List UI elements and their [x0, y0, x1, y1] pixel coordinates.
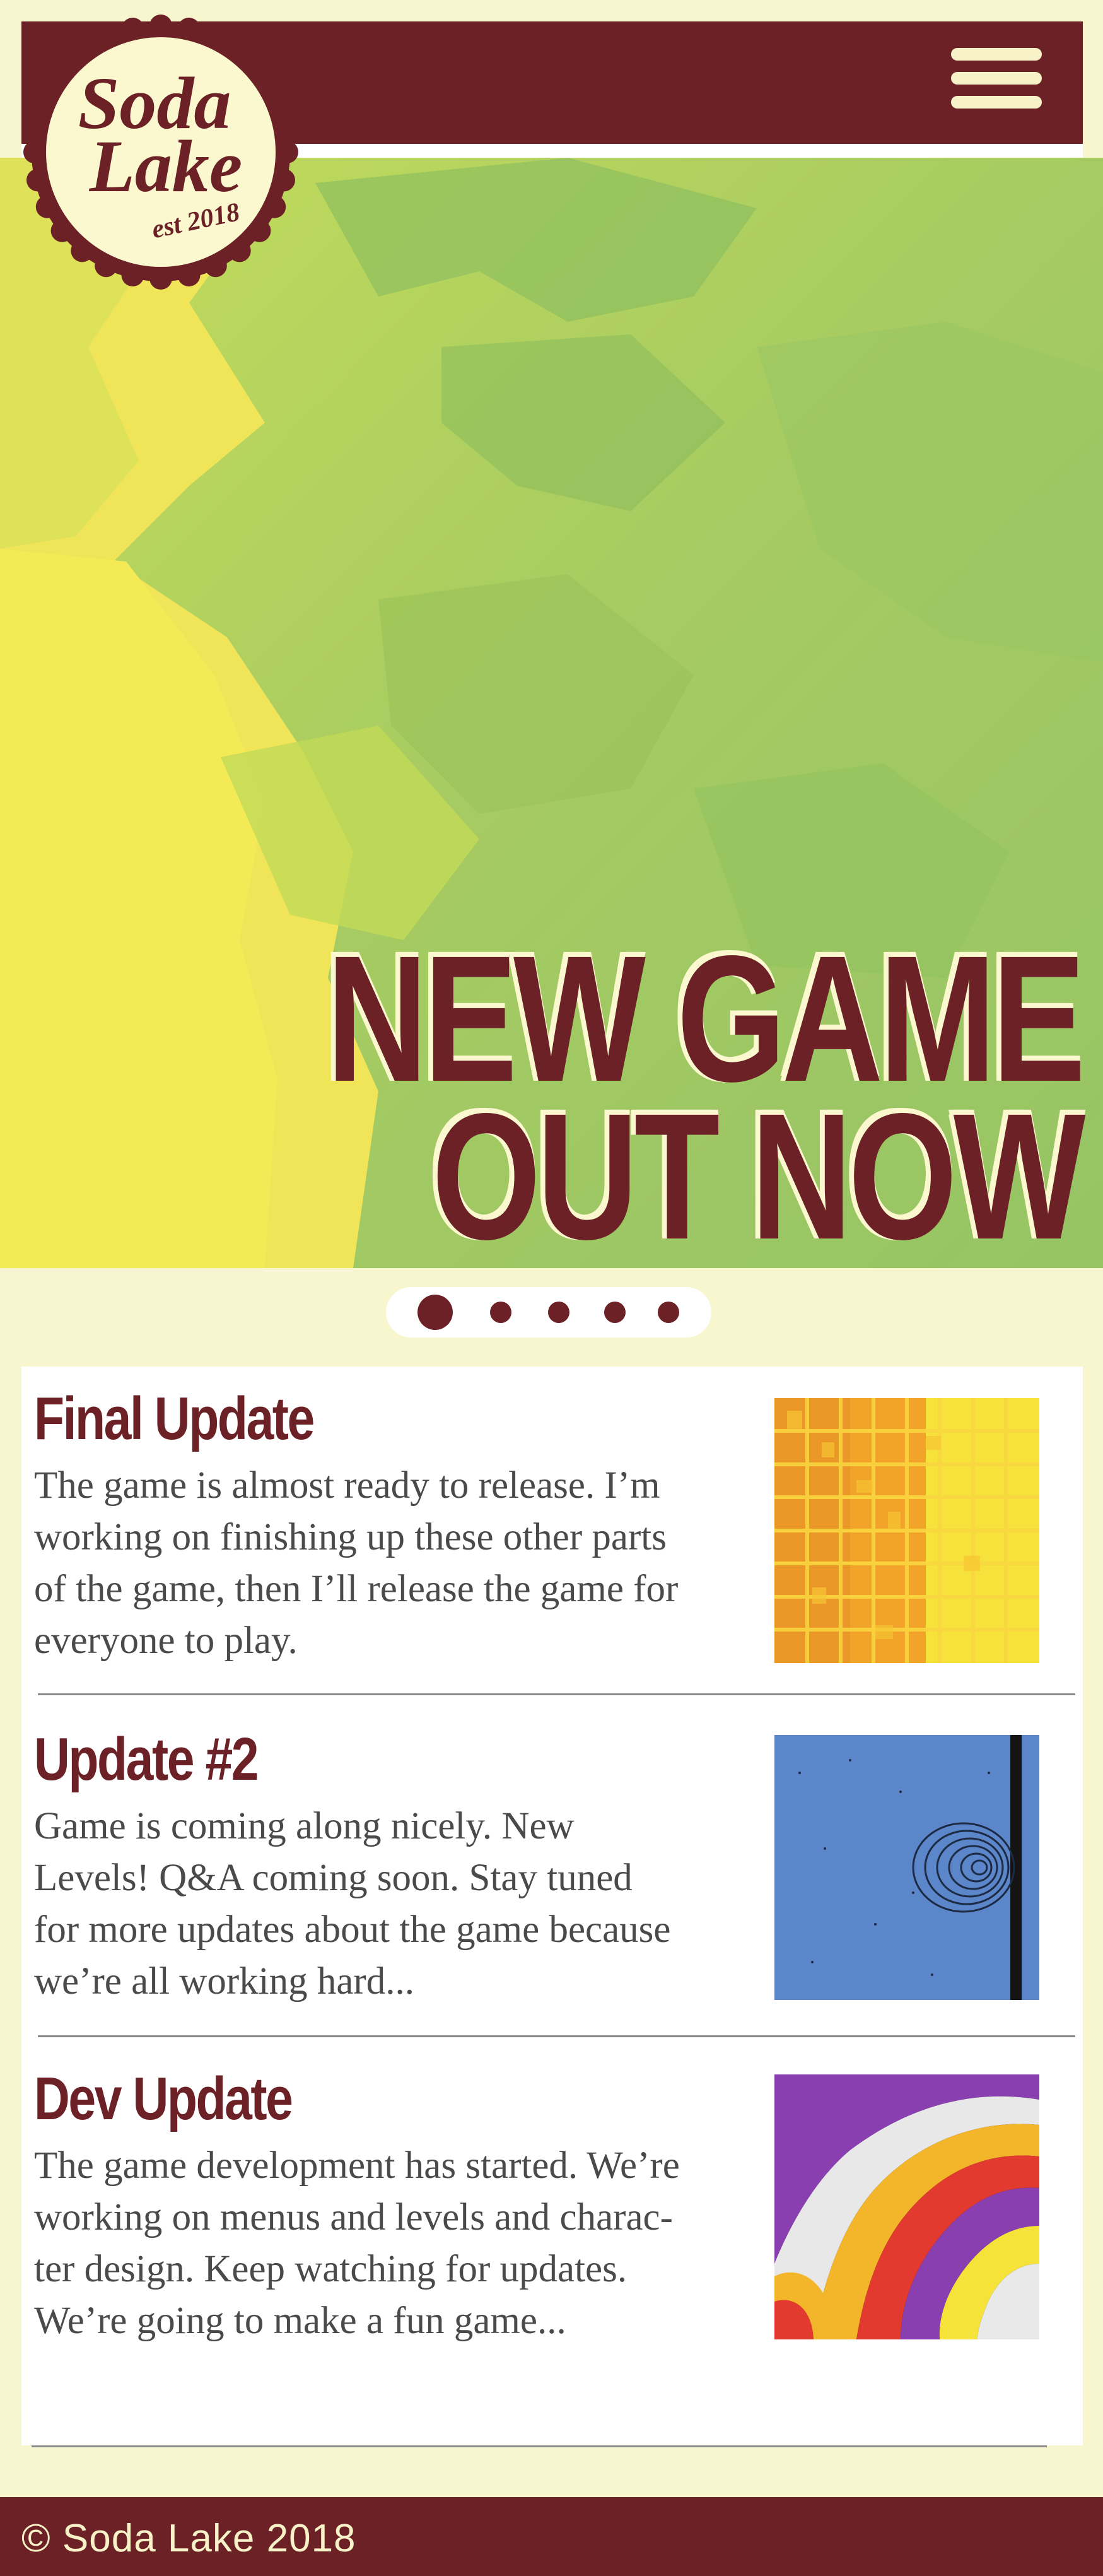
- post-body-line: Levels! Q&A coming soon. Stay tuned: [34, 1857, 633, 1899]
- post-body: The game is almost ready to release. I’m…: [34, 1460, 791, 1667]
- footer-copyright: © Soda Lake 2018: [21, 2517, 356, 2560]
- hero-headline-line1: NEW GAME: [326, 919, 1086, 1119]
- post-body-line: We’re going to make a fun game...: [34, 2300, 566, 2342]
- menu-bar: [951, 48, 1042, 61]
- post-divider: [38, 2035, 1075, 2037]
- post-body-line: working on finishing up these other part…: [34, 1516, 667, 1558]
- post-body-line: everyone to play.: [34, 1620, 298, 1662]
- carousel-dot-3[interactable]: [548, 1302, 569, 1323]
- hero-banner[interactable]: NEW GAME OUT NOW: [0, 158, 1103, 1268]
- post-title[interactable]: Final Update: [34, 1384, 315, 1454]
- post-body-line: of the game, then I’ll release the game …: [34, 1568, 679, 1610]
- carousel-dot-4[interactable]: [604, 1302, 626, 1323]
- blue-ripple-thumbnail[interactable]: [774, 1735, 1039, 2000]
- hero-headline-line2: OUT NOW: [431, 1076, 1085, 1268]
- post-body-line: The game development has started. We’re: [34, 2144, 680, 2187]
- yellow-orange-grid-thumbnail[interactable]: [774, 1398, 1039, 1663]
- soda-lake-logo[interactable]: Soda Lake est 2018: [19, 10, 303, 294]
- post-body: Game is coming along nicely. New Levels!…: [34, 1801, 791, 2008]
- post-title[interactable]: Dev Update: [34, 2064, 293, 2134]
- post-body-line: working on menus and levels and charac-: [34, 2196, 673, 2238]
- post-body-line: The game is almost ready to release. I’m: [34, 1464, 660, 1507]
- carousel-dot-5[interactable]: [658, 1302, 679, 1323]
- carousel-dot-1[interactable]: [417, 1295, 453, 1330]
- post-body-line: for more updates about the game because: [34, 1908, 671, 1951]
- carousel-dot-2[interactable]: [490, 1302, 511, 1323]
- post-divider: [32, 2445, 1047, 2447]
- colorful-waves-thumbnail[interactable]: [774, 2074, 1039, 2339]
- post-body-line: we’re all working hard...: [34, 1960, 415, 2003]
- menu-bar: [951, 96, 1042, 109]
- post-body: The game development has started. We’re …: [34, 2140, 791, 2347]
- posts-panel: Final Update The game is almost ready to…: [21, 1367, 1083, 2447]
- post-divider: [38, 1693, 1075, 1695]
- svg-text:Lake: Lake: [89, 125, 242, 208]
- post-body-line: Game is coming along nicely. New: [34, 1805, 575, 1847]
- post-title[interactable]: Update #2: [34, 1725, 259, 1794]
- carousel-dots: [386, 1287, 711, 1338]
- menu-bar: [951, 72, 1042, 85]
- hamburger-menu-icon[interactable]: [946, 42, 1047, 117]
- footer: © Soda Lake 2018: [0, 2497, 1103, 2576]
- post-body-line: ter design. Keep watching for updates.: [34, 2248, 627, 2290]
